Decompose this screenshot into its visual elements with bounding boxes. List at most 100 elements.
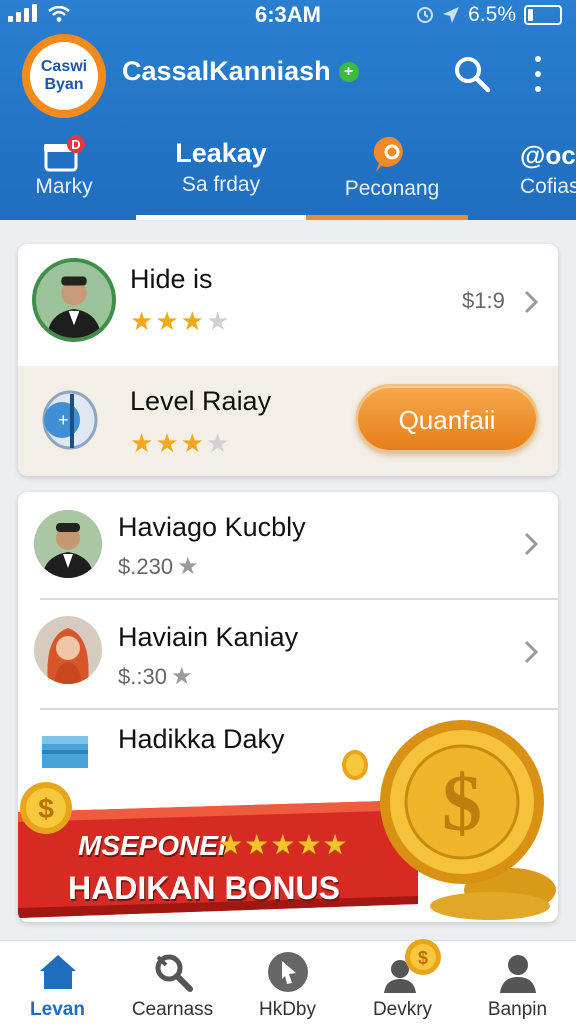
tab-label: Peconang (344, 177, 440, 200)
featured-level-row: + Level Raiay ★ ★ ★ ★ Quanfaii (18, 366, 558, 476)
star-filled-icon: ★ (155, 428, 179, 458)
banner-star-icon: ★ (322, 829, 348, 860)
tab-bar: D Marky Leakay Sa frday Peconang @oc Cof… (0, 130, 576, 220)
nav-label: Levan (30, 999, 85, 1020)
logo-line1: Caswi (40, 58, 88, 75)
more-options-icon[interactable] (528, 56, 548, 92)
battery-level (528, 9, 533, 21)
tab-title: Leakay (175, 138, 267, 168)
svg-text:$: $ (418, 948, 428, 968)
box-icon (42, 736, 88, 768)
cursor-icon (268, 952, 308, 992)
nav-item-cearnass[interactable]: Cearnass (115, 941, 230, 1024)
app-title-text: CassalKanniash (122, 56, 331, 86)
banner-star-icon: ★ (218, 829, 244, 860)
user-price: $1:9 (462, 288, 505, 313)
star-empty-icon: ★ (205, 428, 230, 458)
tab-label: Cofias (520, 175, 576, 198)
rating-stars: ★ ★ ★ ★ (130, 308, 229, 334)
battery-percent: 6.5% (468, 3, 516, 26)
quanfaii-button[interactable]: Quanfaii (356, 384, 538, 452)
dollar-coin-icon: $ (20, 782, 72, 834)
list-item-name: Hadikka Daky (118, 724, 285, 754)
tab-leakay[interactable]: Leakay Sa frday (136, 130, 306, 220)
nav-item-hkdby[interactable]: HkDby (230, 941, 345, 1024)
app-logo[interactable]: Caswi Byan (22, 34, 106, 118)
nav-item-devkry[interactable]: $ Devkry (345, 939, 460, 1024)
tab-peconang[interactable]: Peconang (310, 130, 474, 220)
star-filled-icon: ★ (180, 428, 204, 458)
app-title: CassalKanniash + (122, 56, 359, 87)
coins-icon: @oc (520, 140, 576, 170)
nav-label: Devkry (372, 999, 433, 1020)
magnifier-plus-icon: + (42, 390, 98, 450)
featured-card: Hide is ★ ★ ★ ★ $1:9 + Level Raiay ★ ★ ★ ★ Qua… (18, 244, 558, 476)
search-tool-icon (155, 954, 193, 992)
star-filled-icon: ★ (180, 306, 204, 336)
gift-icon: D (44, 135, 85, 172)
star-icon: ★ (170, 663, 193, 690)
location-icon (443, 7, 460, 23)
avatar-woman-icon (34, 616, 102, 684)
list-card: Haviago Kucbly $.230 ★ Haviain Kaniay $.… (18, 492, 558, 922)
featured-user-row[interactable]: Hide is ★ ★ ★ ★ $1:9 (18, 244, 558, 366)
list-item[interactable]: Haviain Kaniay $.:30 ★ (18, 600, 558, 708)
banner-title: MSEPONEI (78, 830, 226, 861)
star-icon: ★ (177, 553, 199, 580)
star-empty-icon: ★ (205, 306, 230, 336)
banner-star-icon: ★ (270, 829, 296, 860)
tab-label: Sa frday (181, 173, 261, 196)
chevron-right-icon (524, 290, 538, 314)
tab-marky[interactable]: D Marky (0, 130, 128, 220)
home-icon (40, 955, 76, 989)
avatar (34, 510, 102, 578)
chevron-right-icon (524, 640, 538, 664)
status-bar: 6:3AM 6.5% (0, 0, 576, 28)
list-item-name: Haviago Kucbly (118, 512, 306, 542)
svg-text:$: $ (442, 760, 482, 848)
nav-label: Cearnass (131, 999, 214, 1020)
star-filled-icon: ★ (130, 306, 154, 336)
dollar-coin-icon (342, 750, 368, 780)
nav-label: HkDby (258, 999, 316, 1020)
list-item[interactable]: Haviago Kucbly $.230 ★ (18, 492, 558, 598)
chevron-right-icon (524, 532, 538, 556)
tab-cofias[interactable]: @oc Cofias (486, 130, 576, 220)
app-header: 6:3AM 6.5% Caswi Byan CassalKanniash + D (0, 0, 576, 220)
chat-bubble-icon (373, 136, 403, 172)
nav-item-banpin[interactable]: Banpin (460, 941, 575, 1024)
search-icon[interactable] (452, 54, 492, 94)
plus-badge-icon[interactable]: + (338, 61, 359, 82)
star-filled-icon: ★ (130, 428, 154, 458)
avatar (32, 258, 116, 342)
tab-indicator-active (136, 215, 306, 220)
level-name: Level Raiay (130, 386, 272, 416)
rating-stars: ★ ★ ★ ★ (130, 430, 229, 456)
user-icon (500, 955, 536, 993)
dollar-coin-icon: $ (405, 939, 441, 975)
tab-label: Marky (35, 175, 93, 198)
avatar-man-icon (36, 262, 112, 338)
star-filled-icon: ★ (155, 306, 179, 336)
bonus-banner[interactable]: MSEPONEI ★ ★ ★ ★ ★ HADIKAN BONUS $ $ (18, 720, 558, 920)
dollar-coin-icon: $ (380, 720, 556, 920)
svg-text:+: + (58, 410, 69, 430)
nav-label: Banpin (487, 999, 548, 1020)
user-name: Hide is (130, 264, 213, 294)
list-item-price: $.:30 (118, 663, 167, 689)
battery-icon (524, 5, 562, 25)
logo-line2: Byan (44, 76, 84, 93)
banner-subtitle: HADIKAN BONUS (68, 870, 340, 906)
list-item-name: Haviain Kaniay (118, 622, 299, 652)
banner-star-icon: ★ (244, 829, 270, 860)
banner-star-icon: ★ (296, 829, 322, 860)
avatar-man-icon (34, 510, 102, 578)
avatar (34, 616, 102, 684)
nav-item-levan[interactable]: Levan (0, 941, 115, 1024)
tab-indicator-secondary (306, 215, 468, 220)
banner-stars: ★ ★ ★ ★ ★ (218, 828, 348, 861)
svg-text:$: $ (38, 793, 54, 824)
bottom-navigation: Levan Cearnass HkDby $ Devkry Banpin (0, 939, 576, 1024)
list-item-price: $.230 (118, 553, 174, 579)
alarm-icon (417, 7, 434, 23)
